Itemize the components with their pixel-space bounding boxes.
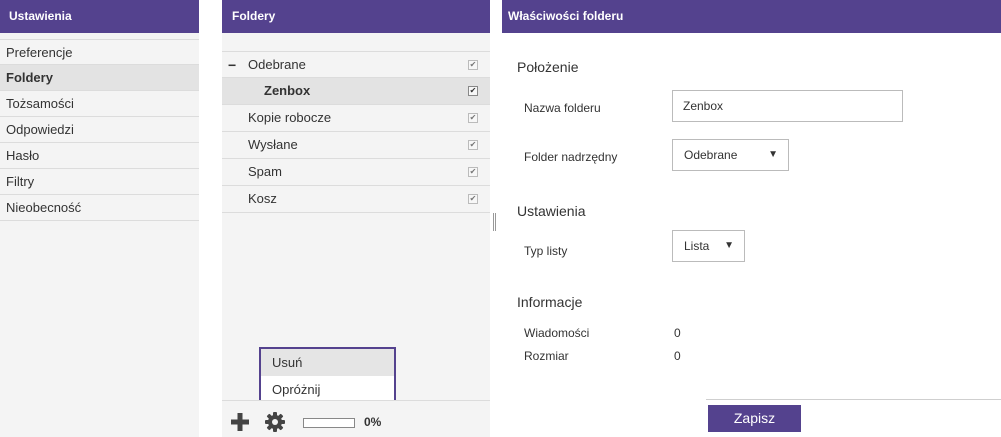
settings-item-identities[interactable]: Tożsamości <box>0 91 199 117</box>
subscribe-checkbox[interactable]: ✔ <box>468 113 478 123</box>
size-value: 0 <box>674 349 681 363</box>
folder-item-inbox[interactable]: − Odebrane ✔ <box>222 51 490 78</box>
list-type-label: Typ listy <box>524 244 568 258</box>
folders-panel: Foldery − Odebrane ✔ Zenbox ✔ Kopie robo… <box>222 0 490 437</box>
info-section-title: Informacje <box>517 294 583 310</box>
collapse-toggle-icon[interactable]: − <box>228 52 236 78</box>
settings-item-preferences[interactable]: Preferencje <box>0 39 199 65</box>
folders-header: Foldery <box>222 0 490 33</box>
quota-bar <box>303 418 355 428</box>
parent-folder-select[interactable]: Odebrane ▼ <box>672 139 789 171</box>
folder-label: Zenbox <box>264 83 311 98</box>
parent-folder-label: Folder nadrzędny <box>524 150 618 164</box>
subscribe-checkbox[interactable]: ✔ <box>468 140 478 150</box>
folder-item-trash[interactable]: Kosz ✔ <box>222 186 490 213</box>
folder-name-label: Nazwa folderu <box>524 101 601 115</box>
folder-name-input[interactable] <box>672 90 903 122</box>
subscribe-checkbox[interactable]: ✔ <box>468 167 478 177</box>
messages-label: Wiadomości <box>524 326 590 340</box>
settings-section-title: Ustawienia <box>517 203 586 219</box>
quota-percent: 0% <box>364 415 382 429</box>
subscribe-checkbox[interactable]: ✔ <box>468 60 478 70</box>
folder-item-sent[interactable]: Wysłane ✔ <box>222 132 490 159</box>
form-footer-divider <box>706 399 1001 400</box>
plus-icon[interactable] <box>231 413 249 431</box>
folder-label: Odebrane <box>248 57 306 72</box>
chevron-down-icon: ▼ <box>768 149 778 160</box>
settings-item-password[interactable]: Hasło <box>0 143 199 169</box>
folder-actions-menu: Usuń Opróżnij <box>259 347 396 406</box>
folder-item-spam[interactable]: Spam ✔ <box>222 159 490 186</box>
folders-footer: 0% <box>222 400 490 437</box>
settings-item-vacation[interactable]: Nieobecność <box>0 195 199 221</box>
list-type-select[interactable]: Lista ▼ <box>672 230 745 262</box>
settings-item-folders[interactable]: Foldery <box>0 65 199 91</box>
subscribe-checkbox[interactable]: ✔ <box>468 194 478 204</box>
messages-count: 0 <box>674 326 681 340</box>
empty-folder-menu-item[interactable]: Opróżnij <box>261 376 394 403</box>
folder-properties-panel: Właściwości folderu Położenie Nazwa fold… <box>502 0 1001 437</box>
folder-item-zenbox[interactable]: Zenbox ✔ <box>222 78 490 105</box>
parent-folder-value: Odebrane <box>684 148 738 162</box>
settings-panel: Ustawienia Preferencje Foldery Tożsamośc… <box>0 0 199 437</box>
folder-label: Spam <box>248 164 282 179</box>
delete-folder-menu-item[interactable]: Usuń <box>261 349 394 376</box>
panel-splitter[interactable] <box>493 213 496 231</box>
settings-item-filters[interactable]: Filtry <box>0 169 199 195</box>
settings-item-responses[interactable]: Odpowiedzi <box>0 117 199 143</box>
folder-list: − Odebrane ✔ Zenbox ✔ Kopie robocze ✔ Wy… <box>222 51 490 213</box>
folder-item-drafts[interactable]: Kopie robocze ✔ <box>222 105 490 132</box>
settings-header: Ustawienia <box>0 0 199 33</box>
subscribe-checkbox[interactable]: ✔ <box>468 86 478 96</box>
save-button[interactable]: Zapisz <box>708 405 801 432</box>
folder-label: Kosz <box>248 191 277 206</box>
chevron-down-icon: ▼ <box>724 240 734 251</box>
folder-label: Wysłane <box>248 137 298 152</box>
settings-list: Preferencje Foldery Tożsamości Odpowiedz… <box>0 39 199 221</box>
size-label: Rozmiar <box>524 349 569 363</box>
list-type-value: Lista <box>684 239 710 253</box>
folder-label: Kopie robocze <box>248 110 332 125</box>
location-section-title: Położenie <box>517 59 579 75</box>
properties-header: Właściwości folderu <box>502 0 1001 33</box>
gear-icon[interactable] <box>265 412 285 432</box>
